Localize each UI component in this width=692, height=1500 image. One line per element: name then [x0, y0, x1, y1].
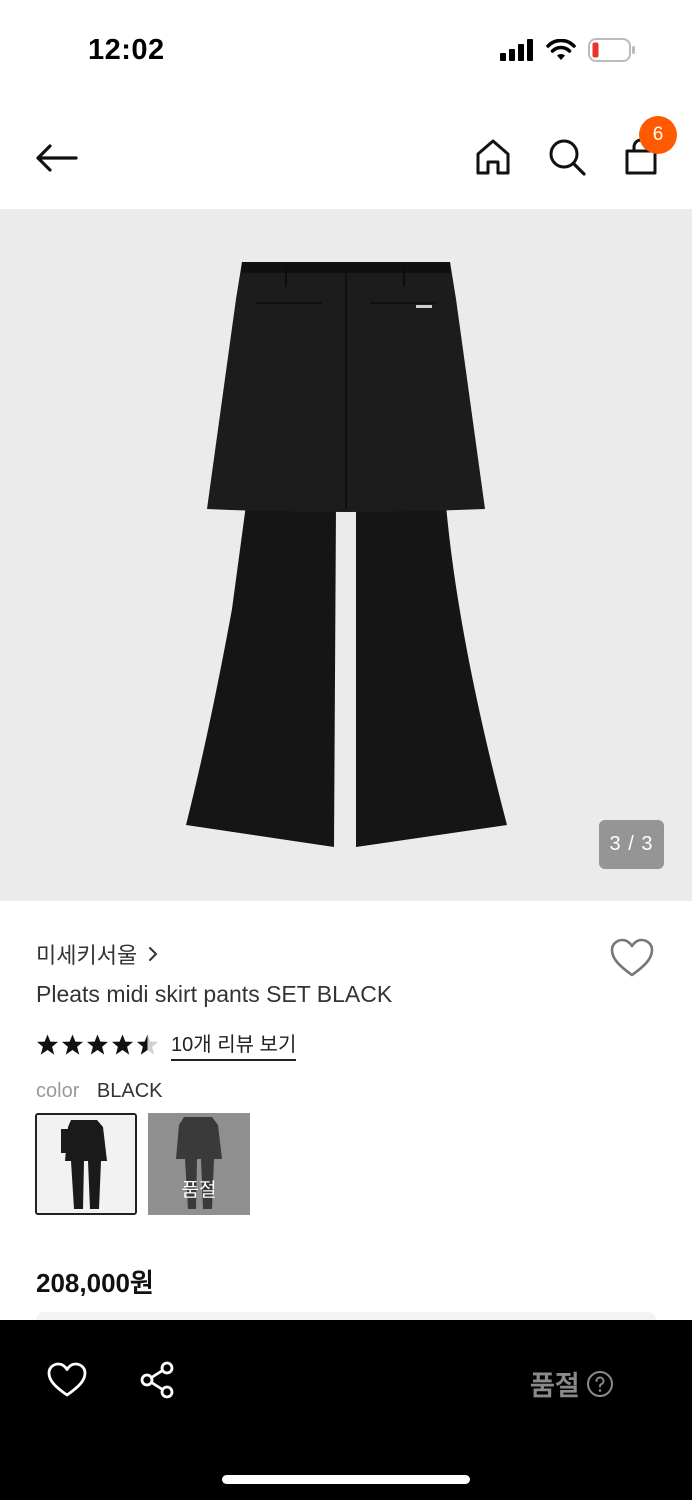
swatch-image	[37, 1115, 135, 1213]
soldout-status[interactable]: 품절	[530, 1364, 614, 1403]
battery-icon	[588, 38, 635, 62]
chevron-right-icon	[149, 947, 158, 961]
heart-icon	[610, 938, 654, 977]
home-indicator	[222, 1475, 470, 1484]
home-icon	[476, 139, 510, 175]
color-swatch-gray[interactable]: 품절	[148, 1113, 250, 1215]
wishlist-button[interactable]	[608, 936, 656, 980]
status-bar: 12:02	[0, 0, 692, 100]
soldout-label: 품절	[530, 1371, 580, 1401]
wifi-icon	[546, 39, 576, 60]
color-label: color	[36, 1080, 80, 1102]
nav-bar	[0, 110, 692, 206]
back-arrow-icon	[36, 144, 78, 172]
gallery-counter: 3 / 3	[599, 820, 664, 869]
cart-count-badge: 6	[639, 116, 677, 154]
star-icon	[36, 1034, 59, 1055]
signal-icon	[500, 39, 533, 61]
color-row: color BLACK	[36, 1080, 163, 1103]
brand-link[interactable]: 미세키서울	[36, 938, 159, 970]
star-icon	[86, 1034, 109, 1055]
rating-row: 10개 리뷰 보기	[36, 1028, 297, 1061]
bottom-action-bar: 품절	[0, 1320, 692, 1500]
status-time: 12:02	[88, 34, 165, 66]
share-button[interactable]	[138, 1360, 178, 1400]
rating-stars	[36, 1033, 159, 1056]
brand-name: 미세키서울	[36, 943, 138, 968]
status-icons	[500, 38, 636, 62]
search-icon	[549, 139, 586, 176]
product-image-gallery[interactable]	[0, 209, 692, 901]
star-half-icon	[136, 1034, 159, 1055]
review-link[interactable]: 10개 리뷰 보기	[171, 1028, 297, 1061]
back-button[interactable]	[30, 138, 82, 178]
share-icon	[140, 1361, 174, 1399]
heart-icon	[47, 1362, 87, 1397]
star-icon	[61, 1034, 84, 1055]
product-image	[186, 262, 507, 847]
swatch-soldout-label: 품절	[181, 1180, 217, 1201]
product-title: Pleats midi skirt pants SET BLACK	[36, 981, 393, 1007]
help-icon	[586, 1370, 613, 1397]
search-button[interactable]	[544, 134, 590, 180]
bottom-wishlist-button[interactable]	[46, 1360, 88, 1400]
star-icon	[111, 1034, 134, 1055]
product-price: 208,000원	[36, 1268, 154, 1298]
color-swatch-black[interactable]	[35, 1113, 137, 1215]
color-value: BLACK	[96, 1080, 163, 1102]
home-button[interactable]	[470, 134, 516, 180]
